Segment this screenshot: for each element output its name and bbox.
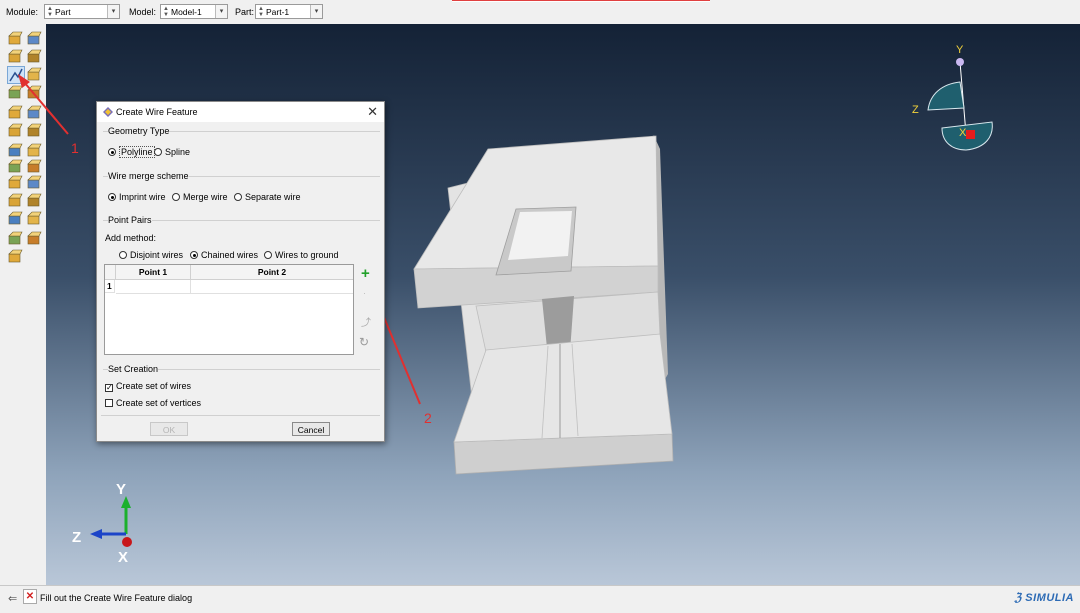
close-icon[interactable]: ✕ [367,104,378,120]
reference-point-icon[interactable] [26,158,42,174]
ok-button[interactable]: OK [150,422,188,436]
geometry-type-label: Geometry Type [108,126,170,136]
datum-axis-icon[interactable] [7,142,23,158]
axis-triad [90,496,132,547]
table-cell-point2[interactable] [191,280,353,294]
annotation-label-2: 2 [424,410,432,426]
chevron-down-icon: ▾ [107,5,119,18]
part-label: Part: [235,7,255,17]
view-point-icon [956,58,964,66]
polyline-radio[interactable]: Polyline [108,146,155,158]
wire-merge-label: Wire merge scheme [108,171,189,181]
surface-manager-icon[interactable] [26,192,42,208]
part-manager-icon[interactable] [7,30,23,46]
model-label: Model: [129,7,157,17]
orientation-y-label: Y [956,44,964,56]
cancel-procedure-icon[interactable]: ✕ [23,589,37,604]
spline-radio[interactable]: Spline [154,147,190,157]
set-manager-icon[interactable] [7,192,23,208]
part-face [453,333,673,443]
mesh-icon[interactable] [26,230,42,246]
chevron-down-icon: ▾ [215,5,227,18]
axis-y-label: Y [116,481,126,498]
table-cell-point1[interactable] [116,280,191,294]
annotation-arrow-1-head [18,74,58,120]
delete-row-icon[interactable]: · [363,288,366,298]
separate-wire-radio[interactable]: Separate wire [234,192,301,202]
module-label: Module: [6,7,39,17]
create-set-of-vertices-checkbox[interactable]: Create set of vertices [105,398,201,408]
wires-to-ground-radio[interactable]: Wires to ground [264,250,339,260]
ds-logo-icon: ℨ [1014,592,1026,604]
edit-feature-icon[interactable] [26,210,42,226]
highlight-strip [452,0,710,2]
part-select[interactable]: ▲ ▼ Part-1 ▾ [255,4,323,19]
back-arrow-icon[interactable]: ⇐ [8,592,17,605]
status-message: Fill out the Create Wire Feature dialog [40,593,193,603]
add-method-label: Add method: [105,233,157,243]
assembly-icon[interactable] [7,248,23,264]
x-axis-dot-icon [122,537,132,547]
point-pairs-label: Point Pairs [108,215,152,225]
virtual-topology-icon[interactable] [26,174,42,190]
table-row-index: 1 [105,280,115,293]
chevron-down-icon: ▾ [310,5,322,18]
feature-tools-icon[interactable] [7,210,23,226]
module-select[interactable]: ▲ ▼ Part ▾ [44,4,120,19]
context-bar: Module: ▲ ▼ Part ▾ Model: ▲ ▼ Model-1 ▾ Pa… [0,0,1080,25]
wrench-icon[interactable] [7,230,23,246]
table-corner-header [105,265,116,280]
datum-plane-icon[interactable] [26,142,42,158]
table-header-point1: Point 1 [116,265,191,280]
dialog-title-bar[interactable]: Create Wire Feature ✕ [97,102,384,122]
merge-wire-radio[interactable]: Merge wire [172,192,228,202]
pick-point-icon[interactable]: ⤴ [361,314,371,329]
model-select[interactable]: ▲ ▼ Model-1 ▾ [160,4,228,19]
table-header-point2: Point 2 [191,265,353,280]
divider [101,415,380,416]
cancel-button[interactable]: Cancel [292,422,330,436]
imprint-wire-radio[interactable]: Imprint wire [108,192,166,202]
refresh-icon[interactable]: ↻ [359,335,369,349]
datum-point-icon[interactable] [26,122,42,138]
create-set-of-wires-checkbox[interactable]: ✓ Create set of wires [105,381,191,392]
status-bar: ⇐ ✕ Fill out the Create Wire Feature dia… [0,585,1080,613]
coordinate-icon[interactable] [7,174,23,190]
simulia-logo: ℨ SIMULIA [1014,592,1074,604]
spinner-icon: ▲ ▼ [47,6,53,18]
create-part-icon[interactable] [26,30,42,46]
set-creation-label: Set Creation [108,364,159,374]
plane-icon [927,81,965,111]
origin-marker-icon [966,130,975,139]
disjoint-wires-radio[interactable]: Disjoint wires [119,250,183,260]
spinner-icon: ▲ ▼ [163,6,169,18]
axis-z-label: Z [72,529,81,546]
dialog-title: Create Wire Feature [116,107,198,117]
spinner-icon: ▲ ▼ [258,6,264,18]
query-icon[interactable] [7,122,23,138]
orientation-z-label: Z [912,104,919,116]
chained-wires-radio[interactable]: Chained wires [190,250,258,260]
add-row-icon[interactable]: + [361,265,370,282]
orientation-x-label: X [959,127,967,139]
point-pairs-table[interactable]: Point 1 Point 2 1 [104,264,354,355]
datum-csys-icon[interactable] [7,158,23,174]
axis-x-label: X [118,549,128,566]
annotation-label-1: 1 [71,140,79,156]
dialog-app-icon [103,107,113,117]
